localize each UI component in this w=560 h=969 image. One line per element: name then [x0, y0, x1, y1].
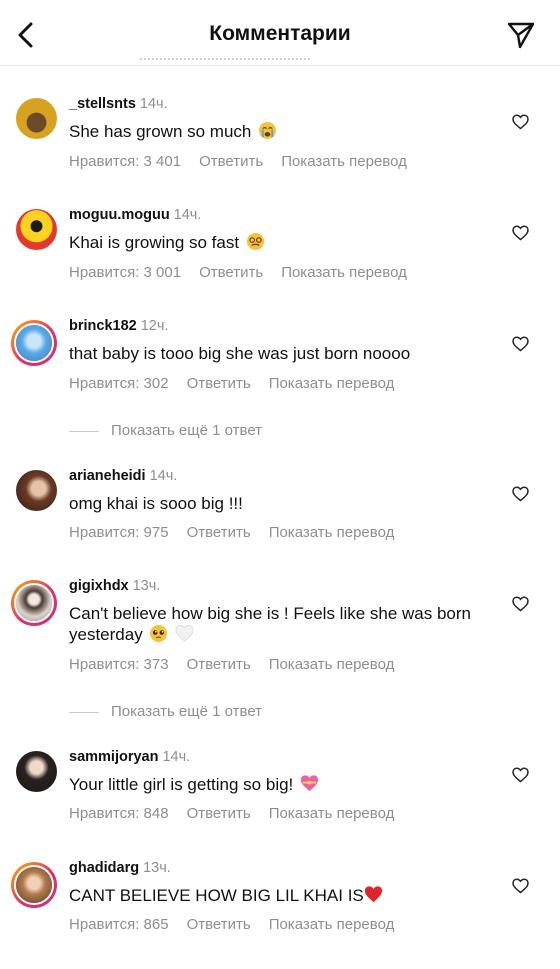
likes-count[interactable]: Нравится: 3 001	[69, 264, 181, 281]
comment-actions: Нравится: 975 Ответить Показать перевод	[69, 524, 412, 541]
avatar[interactable]	[16, 98, 57, 139]
send-icon[interactable]	[506, 20, 536, 50]
comment-actions: Нравится: 302 Ответить Показать перевод	[69, 375, 412, 392]
likes-count[interactable]: Нравится: 373	[69, 656, 169, 673]
likes-count[interactable]: Нравится: 865	[69, 916, 169, 933]
likes-count[interactable]: Нравится: 848	[69, 805, 169, 822]
like-heart-icon[interactable]	[512, 486, 529, 502]
show-translation-button[interactable]: Показать перевод	[281, 264, 407, 281]
like-heart-icon[interactable]	[512, 767, 529, 783]
username[interactable]: arianeheidi	[69, 468, 146, 484]
comment-text-body: CANT BELIEVE HOW BIG LIL KHAI IS	[69, 886, 364, 905]
like-heart-icon[interactable]	[512, 114, 529, 130]
likes-count[interactable]: Нравится: 975	[69, 524, 169, 541]
reply-button[interactable]: Ответить	[187, 524, 251, 541]
avatar[interactable]	[16, 209, 57, 250]
show-more-replies-button[interactable]: Показать ещё 1 ответ	[69, 422, 262, 439]
reply-button[interactable]: Ответить	[199, 153, 263, 170]
comment-text-body: Khai is growing so fast	[69, 233, 240, 252]
comment-actions: Нравится: 865 Ответить Показать перевод	[69, 916, 412, 933]
show-translation-button[interactable]: Показать перевод	[269, 524, 395, 541]
show-translation-button[interactable]: Показать перевод	[281, 153, 407, 170]
reply-button[interactable]: Ответить	[187, 656, 251, 673]
like-heart-icon[interactable]	[512, 596, 529, 612]
timestamp: 13ч.	[132, 578, 161, 594]
dizzy-face-emoji-icon	[246, 232, 264, 251]
avatar[interactable]	[16, 751, 57, 792]
timestamp: 13ч.	[143, 860, 171, 876]
show-more-replies-button[interactable]: Показать ещё 1 ответ	[69, 703, 262, 720]
comment-text-body: that baby is tooo big she was just born …	[69, 344, 411, 363]
comment-text: that baby is tooo big she was just born …	[69, 343, 489, 364]
username[interactable]: moguu.moguu	[69, 207, 170, 223]
crying-face-emoji-icon	[259, 121, 277, 140]
white-heart-emoji-icon	[175, 625, 194, 642]
top-bar: Комментарии	[0, 0, 560, 66]
comment-actions: Нравится: 3 001 Ответить Показать перевод	[69, 264, 425, 281]
like-heart-icon[interactable]	[512, 225, 529, 241]
like-heart-icon[interactable]	[512, 878, 529, 894]
comment-text-body: omg khai is sooo big !!!	[69, 494, 243, 513]
username[interactable]: ghadidarg	[69, 860, 139, 876]
username[interactable]: brinck182	[69, 318, 137, 334]
avatar[interactable]	[11, 580, 57, 626]
comment-text: CANT BELIEVE HOW BIG LIL KHAI IS	[69, 885, 489, 906]
show-more-replies-label: Показать ещё 1 ответ	[111, 703, 263, 720]
comment-header: ghadidarg 13ч.	[69, 860, 171, 876]
comment-header: brinck182 12ч.	[69, 318, 168, 334]
comment-text: She has grown so much	[69, 121, 489, 142]
comment-text-body: Your little girl is getting so big!	[69, 775, 294, 794]
timestamp: 14ч.	[173, 207, 202, 223]
reply-button[interactable]: Ответить	[199, 264, 263, 281]
comment-text-body: Can't believe how big she is ! Feels lik…	[69, 604, 472, 644]
show-translation-button[interactable]: Показать перевод	[269, 375, 395, 392]
avatar[interactable]	[16, 470, 57, 511]
comment-actions: Нравится: 3 401 Ответить Показать перевод	[69, 153, 425, 170]
red-heart-emoji-icon	[364, 886, 382, 903]
username[interactable]: _stellsnts	[69, 96, 136, 112]
reply-button[interactable]: Ответить	[187, 375, 251, 392]
comment-text-body: She has grown so much	[69, 122, 252, 141]
timestamp: 14ч.	[162, 749, 191, 765]
comment-header: gigixhdx 13ч.	[69, 578, 160, 594]
show-more-replies-label: Показать ещё 1 ответ	[111, 422, 263, 439]
avatar[interactable]	[11, 320, 57, 366]
heart-with-ribbon-emoji-icon	[300, 775, 319, 792]
comment-text: Your little girl is getting so big!	[69, 774, 489, 795]
comment-actions: Нравится: 848 Ответить Показать перевод	[69, 805, 412, 822]
comment-header: moguu.moguu 14ч.	[69, 207, 201, 223]
comment-text: Khai is growing so fast	[69, 232, 489, 253]
likes-count[interactable]: Нравится: 3 401	[69, 153, 181, 170]
avatar[interactable]	[11, 862, 57, 908]
timestamp: 14ч.	[149, 468, 178, 484]
comment-header: arianeheidi 14ч.	[69, 468, 177, 484]
likes-count[interactable]: Нравится: 302	[69, 375, 169, 392]
truncated-previous-line	[140, 58, 310, 62]
comment-header: _stellsnts 14ч.	[69, 96, 168, 112]
timestamp: 12ч.	[140, 318, 169, 334]
like-heart-icon[interactable]	[512, 336, 529, 352]
comment-text: Can't believe how big she is ! Feels lik…	[69, 603, 489, 645]
reply-button[interactable]: Ответить	[187, 805, 251, 822]
divider-line	[69, 711, 99, 713]
reply-button[interactable]: Ответить	[187, 916, 251, 933]
comment-text: omg khai is sooo big !!!	[69, 493, 489, 514]
comment-actions: Нравится: 373 Ответить Показать перевод	[69, 656, 412, 673]
show-translation-button[interactable]: Показать перевод	[269, 916, 395, 933]
page-title: Комментарии	[209, 22, 351, 45]
pleading-face-emoji-icon	[150, 624, 168, 643]
divider-line	[69, 430, 99, 432]
username[interactable]: sammijoryan	[69, 749, 158, 765]
comment-header: sammijoryan 14ч.	[69, 749, 190, 765]
username[interactable]: gigixhdx	[69, 578, 129, 594]
show-translation-button[interactable]: Показать перевод	[269, 805, 395, 822]
timestamp: 14ч.	[139, 96, 168, 112]
show-translation-button[interactable]: Показать перевод	[269, 656, 395, 673]
